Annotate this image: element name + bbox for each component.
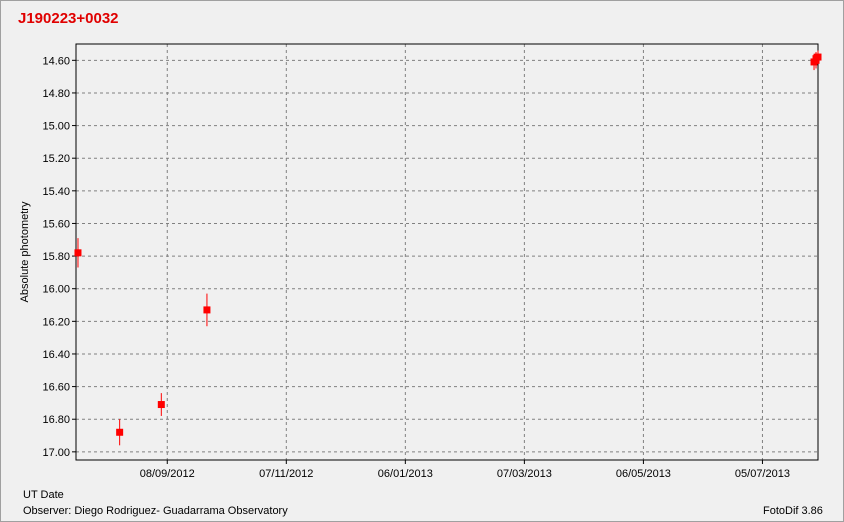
data-point — [157, 393, 165, 416]
photometry-chart: 08/09/2012 07/11/2012 06/01/2013 07/03/2013… — [19, 43, 822, 480]
y-axis-ticks: 14.60 14.80 15.00 15.20 15.40 15.60 15.80 16.00… — [42, 55, 76, 459]
x-tick-label: 07/11/2012 — [259, 468, 313, 480]
grid-lines — [76, 44, 818, 460]
y-tick-label: 15.80 — [42, 251, 70, 263]
point-marker — [203, 306, 211, 314]
point-marker — [116, 428, 124, 436]
y-tick-label: 15.20 — [42, 153, 70, 165]
y-tick-label: 14.60 — [42, 55, 70, 67]
chart-window: J190223+0032 08/09/2012 07/11/2012 06/01/2… — [0, 0, 844, 522]
observer-credit: Observer: Diego Rodriguez- Guadarrama Ob… — [23, 505, 288, 517]
x-tick-label: 07/03/2013 — [497, 468, 552, 480]
y-tick-label: 15.40 — [42, 186, 70, 198]
y-tick-label: 15.00 — [42, 121, 70, 133]
y-tick-label: 16.40 — [42, 349, 70, 361]
x-tick-label: 06/01/2013 — [378, 468, 433, 480]
point-marker — [157, 401, 165, 409]
y-tick-label: 15.60 — [42, 218, 70, 230]
x-tick-label: 06/05/2013 — [616, 468, 671, 480]
y-tick-label: 16.60 — [42, 382, 70, 394]
y-tick-label: 16.80 — [42, 414, 70, 426]
software-version: FotoDif 3.86 — [763, 505, 823, 517]
y-axis-label: Absolute photometry — [19, 201, 31, 302]
x-axis-label: UT Date — [23, 489, 64, 501]
plot-area — [75, 43, 819, 461]
data-point — [116, 419, 124, 446]
x-tick-label: 08/09/2012 — [140, 468, 195, 480]
y-tick-label: 14.80 — [42, 88, 70, 100]
point-marker — [814, 53, 822, 61]
x-tick-label: 05/07/2013 — [735, 468, 790, 480]
point-marker — [74, 249, 82, 257]
y-tick-label: 17.00 — [42, 447, 70, 459]
x-axis-ticks: 08/09/2012 07/11/2012 06/01/2013 07/03/2013… — [140, 460, 790, 480]
y-tick-label: 16.00 — [42, 284, 70, 296]
y-tick-label: 16.20 — [42, 316, 70, 328]
